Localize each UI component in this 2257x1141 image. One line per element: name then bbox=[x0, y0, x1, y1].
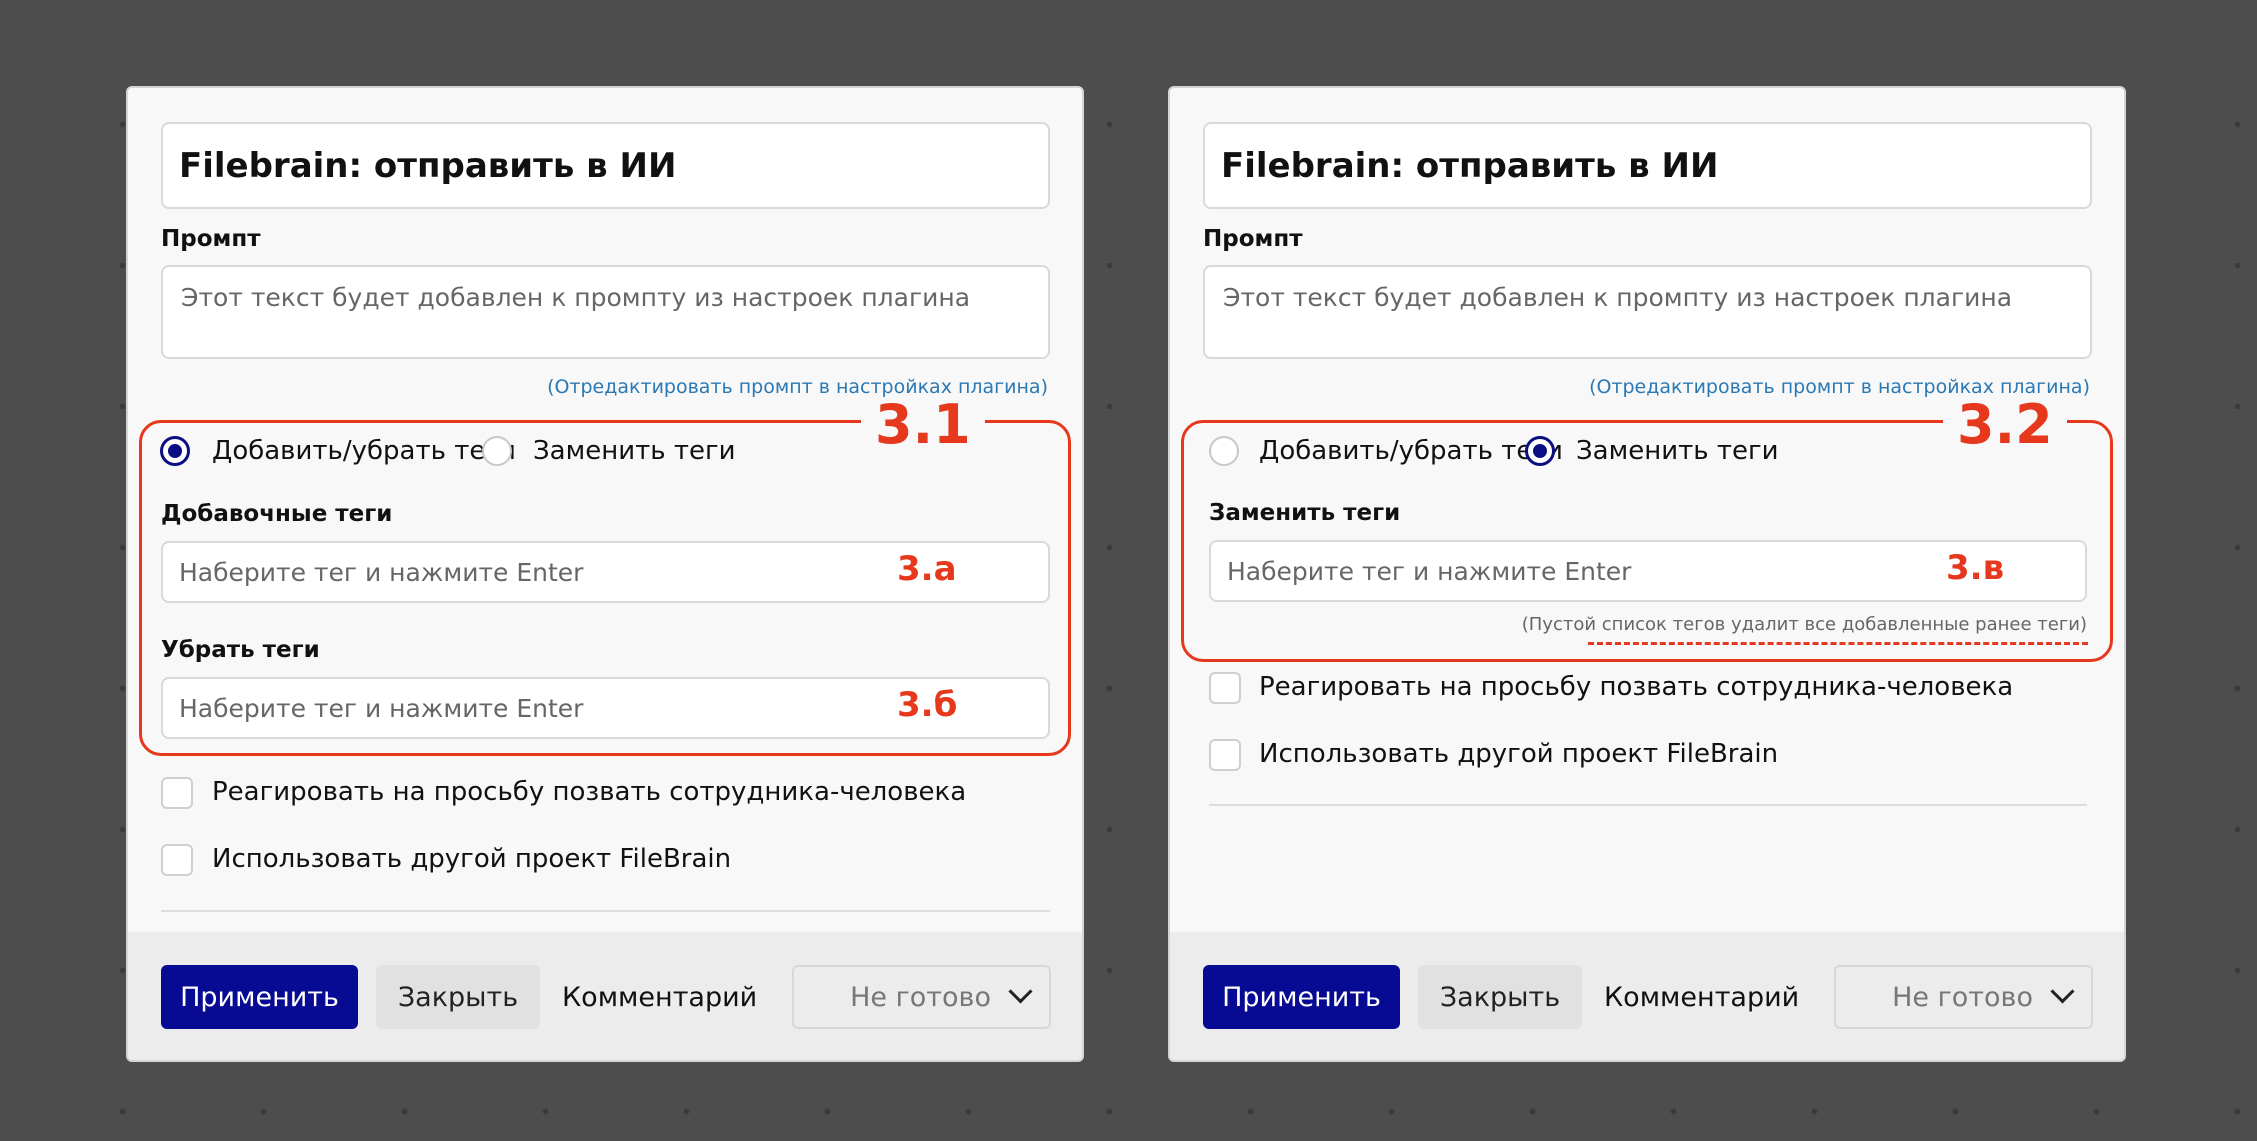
checkbox-other-project[interactable] bbox=[161, 844, 193, 876]
chevron-down-icon bbox=[2050, 979, 2075, 1004]
dialog-footer: Применить Закрыть Комментарий Не готово bbox=[1170, 932, 2124, 1060]
divider bbox=[1209, 804, 2087, 806]
annotation-label: 3.1 bbox=[861, 398, 985, 452]
divider bbox=[161, 910, 1050, 912]
radio-add-remove-tags[interactable] bbox=[1209, 436, 1239, 466]
status-select-value: Не готово bbox=[850, 981, 991, 1013]
checkbox-call-human[interactable] bbox=[1209, 672, 1241, 704]
radio-replace-label: Заменить теги bbox=[533, 436, 736, 466]
checkbox-call-human-label: Реагировать на просьбу позвать сотрудник… bbox=[1259, 672, 2014, 702]
dialog-title: Filebrain: отправить в ИИ bbox=[1203, 122, 2092, 209]
replace-tags-placeholder: Наберите тег и нажмите Enter bbox=[1227, 556, 1632, 586]
checkbox-call-human[interactable] bbox=[161, 777, 193, 809]
radio-replace-tags[interactable] bbox=[1525, 436, 1555, 466]
dialog-title: Filebrain: отправить в ИИ bbox=[161, 122, 1050, 209]
dialog-footer: Применить Закрыть Комментарий Не готово bbox=[128, 932, 1082, 1060]
radio-replace-label: Заменить теги bbox=[1576, 436, 1779, 466]
checkbox-other-project-label: Использовать другой проект FileBrain bbox=[212, 844, 732, 874]
radio-replace-tags[interactable] bbox=[482, 436, 512, 466]
remove-tags-placeholder: Наберите тег и нажмите Enter bbox=[179, 693, 584, 723]
annotation-label: 3.2 bbox=[1943, 398, 2067, 452]
add-tags-label: Добавочные теги bbox=[161, 501, 393, 527]
prompt-input[interactable]: Этот текст будет добавлен к промпту из н… bbox=[1203, 265, 2092, 359]
checkbox-other-project-label: Использовать другой проект FileBrain bbox=[1259, 739, 1779, 769]
replace-tags-note: (Пустой список тегов удалит все добавлен… bbox=[1521, 614, 2087, 635]
prompt-input[interactable]: Этот текст будет добавлен к промпту из н… bbox=[161, 265, 1050, 359]
note-underline bbox=[1588, 642, 2088, 645]
checkbox-other-project[interactable] bbox=[1209, 739, 1241, 771]
radio-add-remove-label: Добавить/убрать теги bbox=[1259, 436, 1563, 466]
checkbox-call-human-label: Реагировать на просьбу позвать сотрудник… bbox=[212, 777, 967, 807]
apply-button[interactable]: Применить bbox=[1203, 965, 1400, 1029]
radio-add-remove-label: Добавить/убрать теги bbox=[212, 436, 516, 466]
dialog-panel-add-remove: Filebrain: отправить в ИИ Промпт Этот те… bbox=[126, 86, 1084, 1062]
close-button[interactable]: Закрыть bbox=[376, 965, 540, 1029]
add-tags-code: 3.а bbox=[897, 549, 957, 589]
add-tags-placeholder: Наберите тег и нажмите Enter bbox=[179, 557, 584, 587]
apply-button[interactable]: Применить bbox=[161, 965, 358, 1029]
replace-tags-label: Заменить теги bbox=[1209, 500, 1401, 526]
prompt-label: Промпт bbox=[1203, 226, 1303, 252]
replace-tags-code: 3.в bbox=[1946, 548, 2005, 588]
status-select-value: Не готово bbox=[1892, 981, 2033, 1013]
remove-tags-label: Убрать теги bbox=[161, 637, 320, 663]
comment-button[interactable]: Комментарий bbox=[562, 965, 757, 1029]
dialog-panel-replace: Filebrain: отправить в ИИ Промпт Этот те… bbox=[1168, 86, 2126, 1062]
status-select[interactable]: Не готово bbox=[1834, 965, 2093, 1029]
chevron-down-icon bbox=[1008, 979, 1033, 1004]
status-select[interactable]: Не готово bbox=[792, 965, 1051, 1029]
edit-prompt-link[interactable]: (Отредактировать промпт в настройках пла… bbox=[547, 376, 1048, 398]
close-button[interactable]: Закрыть bbox=[1418, 965, 1582, 1029]
remove-tags-code: 3.б bbox=[897, 685, 958, 725]
radio-add-remove-tags[interactable] bbox=[160, 436, 190, 466]
comment-button[interactable]: Комментарий bbox=[1604, 965, 1799, 1029]
prompt-label: Промпт bbox=[161, 226, 261, 252]
